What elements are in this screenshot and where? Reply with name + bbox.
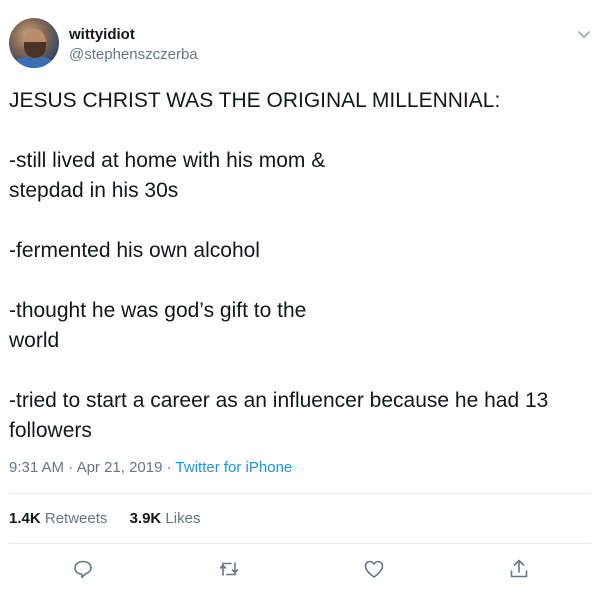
chevron-down-icon[interactable]: [576, 26, 592, 42]
meta-separator: ·: [162, 459, 176, 476]
reply-icon[interactable]: [71, 557, 95, 581]
tweet-header: wittyidiot @stephenszczerba: [9, 18, 591, 68]
tweet-line: -tried to start a career as an influence…: [9, 389, 549, 412]
tweet-line: followers: [9, 419, 92, 442]
share-icon[interactable]: [507, 557, 531, 581]
display-name[interactable]: wittyidiot: [69, 26, 135, 43]
tweet-line: -fermented his own alcohol: [9, 239, 260, 262]
avatar[interactable]: [9, 18, 59, 68]
tweet-card: wittyidiot @stephenszczerba JESUS CHRIST…: [0, 0, 600, 592]
tweet-line: -still lived at home with his mom &: [9, 149, 326, 172]
retweet-icon[interactable]: [217, 557, 241, 581]
heart-icon[interactable]: [362, 557, 386, 581]
avatar-beard: [24, 42, 46, 58]
tweet-meta: 9:31 AM · Apr 21, 2019 · Twitter for iPh…: [9, 459, 292, 476]
tweet-line: -thought he was god’s gift to the: [9, 299, 307, 322]
likes-stat[interactable]: 3.9K Likes: [130, 510, 201, 527]
retweets-stat[interactable]: 1.4K Retweets: [9, 510, 107, 527]
tweet-text: JESUS CHRIST WAS THE ORIGINAL MILLENNIAL…: [9, 86, 589, 446]
tweet-date[interactable]: Apr 21, 2019: [77, 459, 163, 476]
tweet-time[interactable]: 9:31 AM: [9, 459, 64, 476]
retweets-label: Retweets: [44, 510, 108, 527]
tweet-stats: 1.4K Retweets 3.9K Likes: [9, 510, 200, 527]
likes-label: Likes: [165, 510, 201, 527]
retweets-count: 1.4K: [9, 510, 41, 527]
tweet-source-link[interactable]: Twitter for iPhone: [176, 459, 293, 476]
tweet-line: JESUS CHRIST WAS THE ORIGINAL MILLENNIAL…: [9, 89, 501, 112]
likes-count: 3.9K: [129, 510, 162, 527]
divider: [9, 543, 591, 544]
tweet-actions: [0, 557, 600, 583]
tweet-line: world: [9, 329, 60, 352]
tweet-line: stepdad in his 30s: [9, 179, 179, 202]
user-handle[interactable]: @stephenszczerba: [69, 46, 198, 63]
divider: [9, 493, 591, 494]
meta-separator: ·: [64, 459, 77, 476]
